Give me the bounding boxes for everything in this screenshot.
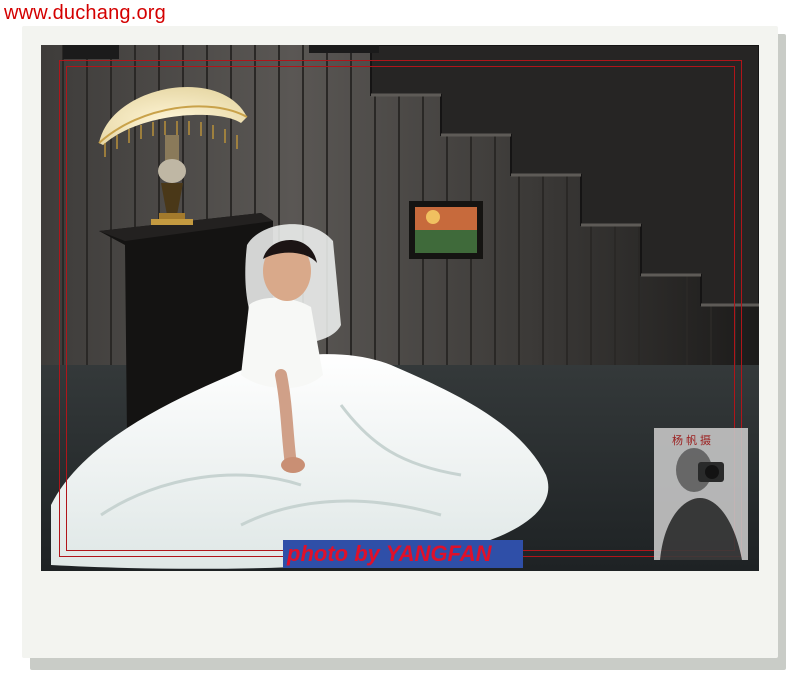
photographer-name-stamp: 杨帆摄: [672, 434, 714, 447]
wall-painting: [409, 201, 483, 259]
photo-credit-caption: photo by YANGFAN: [283, 540, 523, 568]
site-watermark-url: www.duchang.org: [4, 2, 166, 24]
wedding-photo: [41, 45, 759, 571]
top-frame-right: [309, 45, 379, 53]
top-frame-left: [63, 45, 119, 59]
